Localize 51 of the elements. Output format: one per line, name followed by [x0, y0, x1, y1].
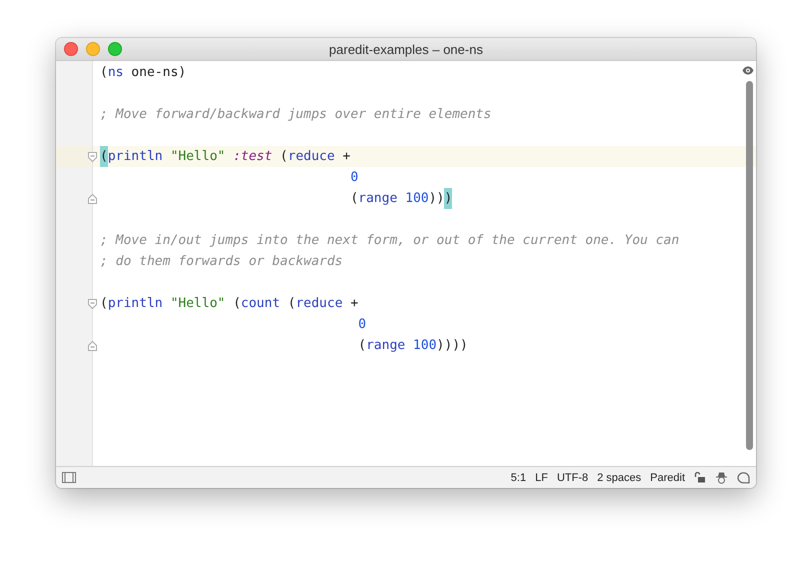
code-text: (	[279, 148, 288, 166]
status-item[interactable]: Paredit	[650, 472, 685, 484]
function-name: reduce	[288, 148, 335, 166]
code-text: (	[350, 190, 358, 208]
panel-toggle-icon[interactable]	[62, 472, 76, 483]
close-button[interactable]	[64, 42, 78, 56]
status-item[interactable]: LF	[535, 472, 548, 484]
code-text: (	[358, 337, 366, 355]
eye-icon[interactable]	[742, 66, 754, 75]
code-comment: ; Move in/out jumps into the next form, or out of the current one. You can	[100, 232, 680, 250]
code-comment: ; do them forwards or backwards	[100, 253, 343, 271]
code-text: (	[286, 295, 296, 313]
string-literal: "Hello"	[169, 295, 226, 313]
fold-marker-icon[interactable]	[88, 340, 97, 350]
code-text: +	[349, 295, 358, 313]
lock-icon[interactable]	[694, 472, 706, 483]
code-text: one-ns)	[130, 64, 186, 82]
number-literal: 0	[350, 169, 358, 187]
function-name: range	[366, 337, 406, 355]
number-literal: 100	[412, 337, 437, 355]
code-text: )	[444, 188, 452, 209]
fold-marker-icon[interactable]	[88, 298, 97, 308]
status-item[interactable]: 5:1	[510, 472, 526, 484]
fold-marker-icon[interactable]	[88, 194, 97, 204]
code-text: ))))	[436, 337, 468, 355]
keyword-literal: :test	[232, 148, 272, 166]
function-name: ns	[108, 64, 124, 82]
code-text: (	[232, 295, 241, 313]
code-text: +	[342, 148, 350, 166]
fold-marker-icon[interactable]	[88, 152, 97, 162]
minimize-button[interactable]	[86, 42, 100, 56]
code-text: (	[100, 64, 108, 82]
function-name: count	[240, 295, 280, 313]
inspector-icon[interactable]	[715, 472, 728, 484]
zoom-button[interactable]	[108, 42, 122, 56]
function-name: reduce	[296, 295, 343, 313]
code-comment: ; Move forward/backward jumps over entire elements	[100, 106, 492, 124]
window-title: paredit-examples – one-ns	[328, 42, 484, 56]
status-item[interactable]: UTF-8	[556, 472, 588, 484]
function-name: println	[108, 295, 163, 313]
number-literal: 100	[404, 190, 429, 208]
code-text: ))	[428, 190, 444, 208]
speech-bubble-icon[interactable]	[737, 472, 750, 484]
code-text: (	[100, 146, 108, 167]
string-literal: "Hello"	[169, 148, 226, 166]
status-item[interactable]: 2 spaces	[597, 472, 642, 484]
number-literal: 0	[358, 316, 366, 334]
function-name: range	[358, 190, 398, 208]
code-text: (	[100, 295, 108, 313]
scrollbar[interactable]	[746, 81, 753, 450]
function-name: println	[108, 148, 163, 166]
